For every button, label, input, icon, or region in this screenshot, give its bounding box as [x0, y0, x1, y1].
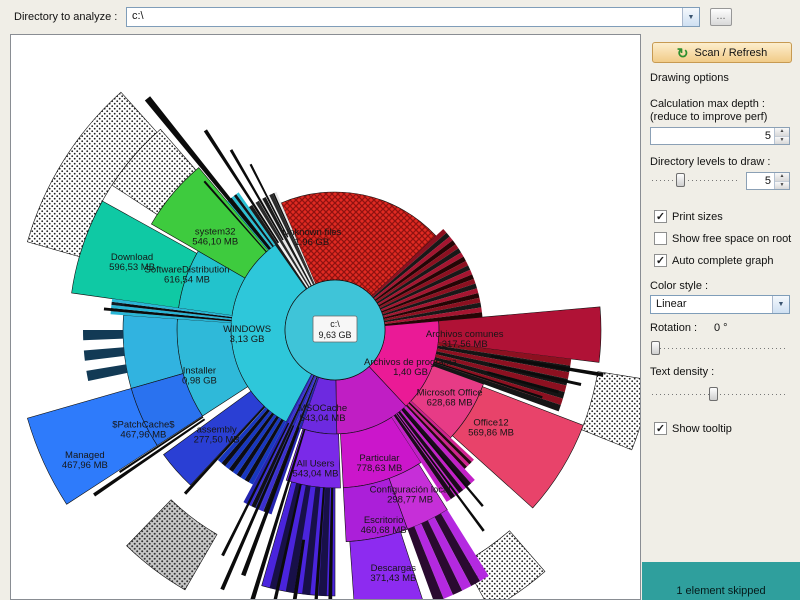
checkbox-show-tooltip[interactable]: ✓ Show tooltip [654, 422, 732, 435]
checkbox-auto-complete-graph[interactable]: ✓ Auto complete graph [654, 254, 774, 267]
scan-refresh-button[interactable]: ↻ Scan / Refresh [652, 42, 792, 63]
checkbox-box[interactable] [654, 232, 667, 245]
levels-value[interactable]: 5 [747, 173, 774, 189]
sunburst-chart-area[interactable]: WINDOWS 3,13 GB Installer 0,98 GB $PatchCach… [10, 34, 641, 600]
toolbar: Directory to analyze : c:\ ▼ ... [0, 0, 800, 34]
segment-small[interactable] [86, 364, 128, 381]
slider-thumb[interactable] [651, 341, 661, 355]
drawing-options-heading: Drawing options [650, 72, 729, 84]
levels-spinner[interactable]: 5 ▲ ▼ [746, 172, 790, 190]
segment-label: Escritorio 460,68 MB [361, 515, 407, 536]
app-window: { "toolbar": { "label": "Directory to an… [0, 0, 800, 600]
directory-value[interactable]: c:\ [127, 8, 682, 26]
slider-track [652, 180, 740, 181]
rotation-label: Rotation : [650, 322, 698, 334]
slider-track [652, 348, 788, 349]
segment-label: WINDOWS 3,13 GB [223, 324, 271, 345]
color-style-dropdown[interactable]: Linear ▼ [650, 295, 790, 314]
checkbox-label: Show free space on root [672, 232, 792, 245]
calc-depth-spinner[interactable]: 5 ▲ ▼ [650, 127, 790, 145]
levels-slider[interactable] [650, 172, 742, 188]
segment-label: Office12 569,86 MB [468, 418, 514, 439]
segment-label: All Users 543,04 MB [293, 459, 339, 480]
root-name: c:\ [330, 319, 340, 329]
levels-label: Directory levels to draw : [650, 156, 771, 168]
refresh-icon: ↻ [676, 44, 689, 61]
segment-small[interactable] [83, 330, 124, 341]
text-density-label: Text density : [650, 366, 715, 378]
calc-depth-label: Calculation max depth : [650, 98, 765, 110]
checkbox-label: Show tooltip [672, 422, 732, 435]
spinner-down-icon[interactable]: ▼ [775, 181, 789, 189]
checkbox-box[interactable]: ✓ [654, 210, 667, 223]
segment-small-files-sw[interactable] [126, 499, 218, 591]
checkbox-print-sizes[interactable]: ✓ Print sizes [654, 210, 723, 223]
rotation-slider[interactable] [650, 340, 790, 356]
segment-label: assembly 277,50 MB [194, 425, 240, 446]
spinner-down-icon[interactable]: ▼ [775, 136, 789, 144]
checkbox-box[interactable]: ✓ [654, 422, 667, 435]
directory-combobox[interactable]: c:\ ▼ [126, 7, 700, 27]
checkbox-box[interactable]: ✓ [654, 254, 667, 267]
spinner-up-icon[interactable]: ▲ [775, 173, 789, 182]
spinner-up-icon[interactable]: ▲ [775, 128, 789, 137]
combobox-arrow-icon[interactable]: ▼ [682, 8, 699, 26]
scan-button-label: Scan / Refresh [694, 46, 768, 59]
rotation-value: 0 ° [714, 322, 728, 334]
slider-thumb[interactable] [675, 173, 685, 187]
color-style-label: Color style : [650, 280, 709, 292]
segment-label: Managed 467,96 MB [62, 450, 108, 471]
segment-label: Descargas 371,43 MB [370, 563, 416, 584]
calc-depth-value[interactable]: 5 [651, 128, 774, 144]
status-area: 1 element skipped [642, 562, 800, 600]
segment-label: Download 596,53 MB [109, 252, 155, 273]
root-size: 9,63 GB [318, 330, 351, 340]
segment-label: MSOCache 543,04 MB [298, 403, 347, 424]
checkbox-show-free-space[interactable]: Show free space on root [654, 232, 791, 245]
options-panel: ↻ Scan / Refresh Drawing options Calcula… [642, 34, 800, 600]
sunburst-chart[interactable]: WINDOWS 3,13 GB Installer 0,98 GB $PatchCach… [11, 35, 640, 599]
text-density-slider[interactable] [650, 386, 790, 402]
slider-thumb[interactable] [708, 387, 718, 401]
calc-depth-note: (reduce to improve perf) [650, 111, 768, 123]
color-style-value[interactable]: Linear [651, 296, 772, 313]
checkbox-label: Print sizes [672, 210, 723, 223]
status-message: 1 element skipped [676, 585, 766, 597]
checkbox-label: Auto complete graph [672, 254, 774, 267]
dropdown-arrow-icon[interactable]: ▼ [772, 296, 789, 313]
slider-track [652, 394, 788, 395]
browse-button[interactable]: ... [710, 8, 732, 26]
segment-label: Particular 778,63 MB [356, 453, 402, 474]
segment-label: Installer 0,98 GB [182, 365, 217, 386]
segment-label: system32 546,10 MB [192, 226, 238, 247]
segment-small[interactable] [83, 347, 125, 361]
segment-label: $PatchCache$ 467,96 MB [112, 420, 175, 441]
segment-small-files-e[interactable] [581, 371, 640, 451]
directory-label: Directory to analyze : [14, 11, 118, 23]
